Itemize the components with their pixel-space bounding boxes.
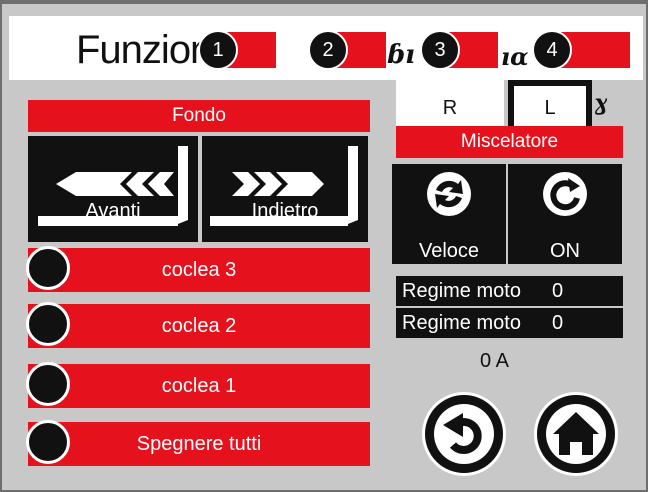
- recycle-icon: [427, 172, 471, 216]
- power-label: ON: [550, 240, 580, 262]
- home-button[interactable]: [534, 392, 618, 476]
- hmi-screen: ɓı ıɑ Funzione 1 2 3 4 ɣ R L Fondo Avant…: [2, 4, 646, 490]
- refresh-icon: [543, 172, 587, 216]
- spegnere-tutti-button[interactable]: Spegnere tutti: [26, 420, 370, 466]
- speed-label: Veloce: [418, 240, 480, 262]
- tab-4[interactable]: 4: [532, 30, 630, 70]
- regime-label: Regime moto: [402, 312, 521, 334]
- home-icon: [546, 404, 606, 464]
- reverse-label: Indietro: [251, 200, 319, 222]
- tab-1[interactable]: 1: [198, 30, 276, 70]
- current-readout: 0 A: [480, 350, 509, 372]
- fondo-forward-button[interactable]: Avanti: [28, 136, 198, 242]
- fondo-reverse-button[interactable]: Indietro: [202, 136, 368, 242]
- brand-logo-fragment: ɣ: [594, 90, 608, 116]
- status-indicator: [26, 420, 70, 464]
- fondo-title: Fondo: [28, 100, 370, 132]
- mixer-on-button[interactable]: ON: [508, 164, 622, 264]
- coclea-label: Spegnere tutti: [136, 433, 262, 455]
- status-indicator: [26, 246, 70, 290]
- coclea-label: coclea 3: [161, 259, 237, 281]
- regime-value: 0: [552, 280, 564, 302]
- arrow-right-icon: [210, 146, 358, 226]
- status-indicator: [26, 302, 70, 346]
- coclea-3-button[interactable]: coclea 3: [26, 246, 370, 292]
- miscelatore-title: Miscelatore: [396, 126, 623, 158]
- coclea-1-button[interactable]: coclea 1: [26, 362, 370, 408]
- tab-number: 4: [532, 30, 572, 70]
- arrow-left-icon: [38, 146, 188, 226]
- status-indicator: [26, 362, 70, 406]
- back-icon: [434, 404, 494, 464]
- brand-logo-fragment: ɓı: [387, 40, 416, 70]
- tab-number: 3: [420, 30, 460, 70]
- forward-label: Avanti: [85, 200, 141, 222]
- coclea-2-button[interactable]: coclea 2: [26, 302, 370, 348]
- regime-row-1: Regime moto 0: [396, 276, 623, 306]
- tab-number: 1: [198, 30, 238, 70]
- coclea-label: coclea 1: [161, 375, 237, 397]
- mixer-speed-button[interactable]: Veloce: [392, 164, 506, 264]
- coclea-label: coclea 2: [161, 315, 237, 337]
- tab-2[interactable]: 2: [308, 30, 386, 70]
- regime-row-2: Regime moto 0: [396, 308, 623, 338]
- tab-number: 2: [308, 30, 348, 70]
- tab-3[interactable]: 3: [420, 30, 498, 70]
- brand-logo-fragment: ıɑ: [501, 42, 529, 71]
- regime-label: Regime moto: [402, 280, 521, 302]
- back-button[interactable]: [422, 392, 506, 476]
- regime-value: 0: [552, 312, 564, 334]
